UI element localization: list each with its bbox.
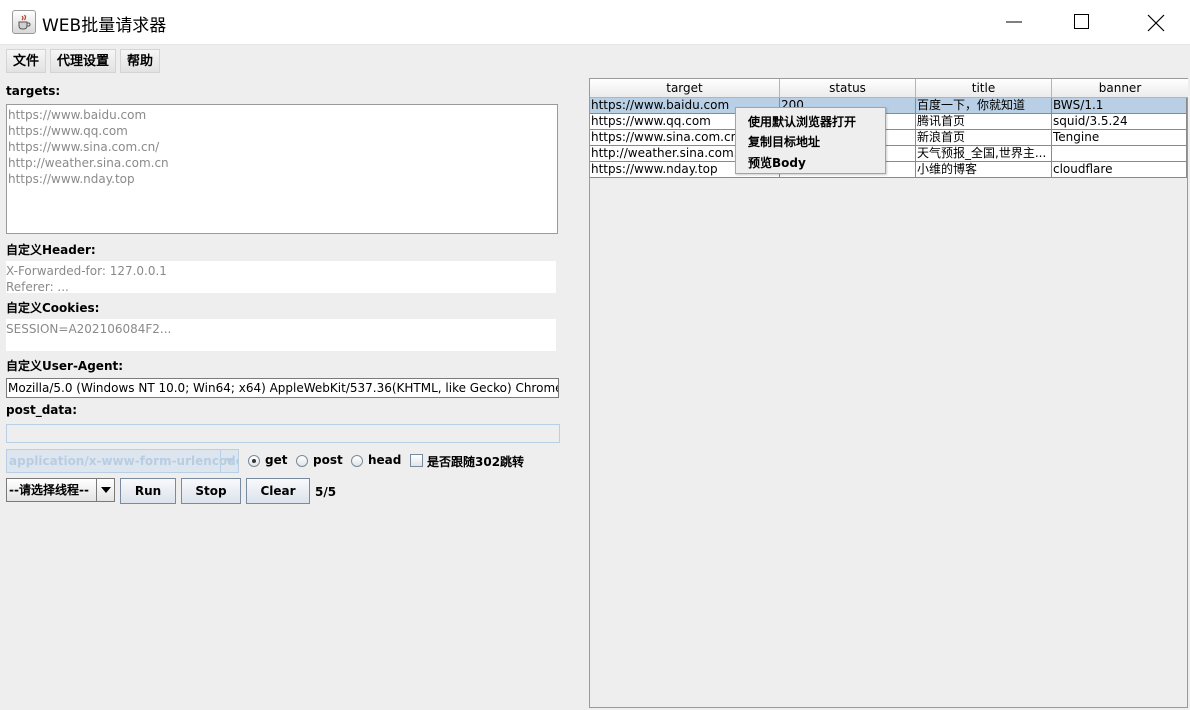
menu-proxy-settings[interactable]: 代理设置: [50, 49, 117, 73]
close-button[interactable]: [1125, 0, 1185, 45]
follow-redirect-checkbox[interactable]: [410, 454, 423, 467]
menu-bar: 文件 代理设置 帮助: [0, 45, 1190, 77]
cookies-label: 自定义Cookies:: [6, 301, 100, 315]
thread-select-value: --请选择线程--: [9, 483, 89, 497]
chevron-down-icon: [96, 479, 114, 501]
targets-placeholder-line: http://weather.sina.com.cn: [8, 156, 169, 170]
targets-textarea[interactable]: https://www.baidu.com https://www.qq.com…: [6, 104, 558, 234]
cell-title: 天气预报_全国,世界主...: [916, 146, 1052, 162]
table-row[interactable]: https://www.qq.com 腾讯首页 squid/3.5.24: [590, 114, 1187, 130]
context-copy-target[interactable]: 复制目标地址: [748, 132, 820, 152]
targets-label: targets:: [6, 84, 61, 98]
cell-title: 百度一下，你就知道: [916, 98, 1052, 114]
java-coffee-icon: [12, 10, 36, 34]
progress-count: 5/5: [315, 485, 337, 499]
maximize-button[interactable]: [1052, 0, 1112, 45]
stop-button[interactable]: Stop: [181, 478, 241, 504]
table-header: target status title banner: [590, 79, 1188, 98]
column-header-status[interactable]: status: [780, 79, 916, 98]
table-row[interactable]: https://www.baidu.com 200 百度一下，你就知道 BWS/…: [590, 98, 1187, 114]
column-header-banner[interactable]: banner: [1052, 79, 1188, 98]
cell-title: 新浪首页: [916, 130, 1052, 146]
user-agent-input[interactable]: Mozilla/5.0 (Windows NT 10.0; Win64; x64…: [6, 378, 559, 398]
method-head-label: head: [368, 453, 402, 467]
column-header-title[interactable]: title: [916, 79, 1052, 98]
user-agent-label: 自定义User-Agent:: [6, 359, 124, 373]
menu-help[interactable]: 帮助: [120, 49, 161, 73]
close-icon: [1147, 14, 1165, 32]
run-button[interactable]: Run: [120, 478, 176, 504]
method-get-label: get: [265, 453, 288, 467]
method-post-label: post: [313, 453, 343, 467]
header-placeholder-line: X-Forwarded-for: 127.0.0.1: [6, 264, 167, 278]
radio-selected-icon: [248, 455, 260, 467]
clear-button[interactable]: Clear: [246, 478, 310, 504]
menu-file[interactable]: 文件: [6, 49, 47, 73]
maximize-icon: [1074, 14, 1089, 29]
column-header-target[interactable]: target: [590, 79, 780, 98]
context-preview-body[interactable]: 预览Body: [748, 153, 806, 173]
content-type-select[interactable]: application/x-www-form-urlencoded: [6, 449, 239, 473]
post-data-input[interactable]: [6, 424, 560, 443]
context-menu: 使用默认浏览器打开 复制目标地址 预览Body: [735, 107, 886, 174]
cookies-textarea[interactable]: SESSION=A202106084F2...: [6, 319, 556, 351]
results-table[interactable]: target status title banner https://www.b…: [589, 78, 1188, 708]
table-row[interactable]: http://weather.sina.com.cn 天气预报_全国,世界主..…: [590, 146, 1187, 162]
header-placeholder-line: Referer: ...: [6, 280, 69, 294]
targets-placeholder-line: https://www.baidu.com: [8, 108, 147, 122]
window-title: WEB批量请求器: [42, 16, 167, 36]
cell-banner: BWS/1.1: [1052, 98, 1187, 114]
cell-banner: cloudflare: [1052, 162, 1187, 178]
cell-title: 腾讯首页: [916, 114, 1052, 130]
header-label: 自定义Header:: [6, 243, 96, 257]
cookies-placeholder: SESSION=A202106084F2...: [6, 322, 172, 336]
post-data-label: post_data:: [6, 403, 78, 417]
minimize-button[interactable]: [984, 0, 1044, 45]
table-row[interactable]: https://www.sina.com.cn/ 新浪首页 Tengine: [590, 130, 1187, 146]
content-type-value: application/x-www-form-urlencoded: [9, 454, 239, 468]
radio-unselected-icon: [351, 455, 363, 467]
cell-banner: Tengine: [1052, 130, 1187, 146]
table-row[interactable]: https://www.nday.top 小维的博客 cloudflare: [590, 162, 1187, 178]
targets-placeholder-line: https://www.qq.com: [8, 124, 128, 138]
radio-unselected-icon: [296, 455, 308, 467]
targets-placeholder-line: https://www.nday.top: [8, 172, 135, 186]
title-bar: WEB批量请求器: [0, 0, 1190, 45]
cell-banner: [1052, 146, 1187, 162]
follow-redirect-label: 是否跟随302跳转: [427, 455, 525, 469]
header-textarea[interactable]: X-Forwarded-for: 127.0.0.1 Referer: ...: [6, 261, 556, 294]
minimize-icon: [1006, 21, 1022, 23]
chevron-down-icon: [220, 450, 238, 472]
targets-placeholder-line: https://www.sina.com.cn/: [8, 140, 160, 154]
thread-select[interactable]: --请选择线程--: [6, 478, 115, 502]
cell-title: 小维的博客: [916, 162, 1052, 178]
context-open-in-browser[interactable]: 使用默认浏览器打开: [748, 112, 856, 132]
cell-banner: squid/3.5.24: [1052, 114, 1187, 130]
